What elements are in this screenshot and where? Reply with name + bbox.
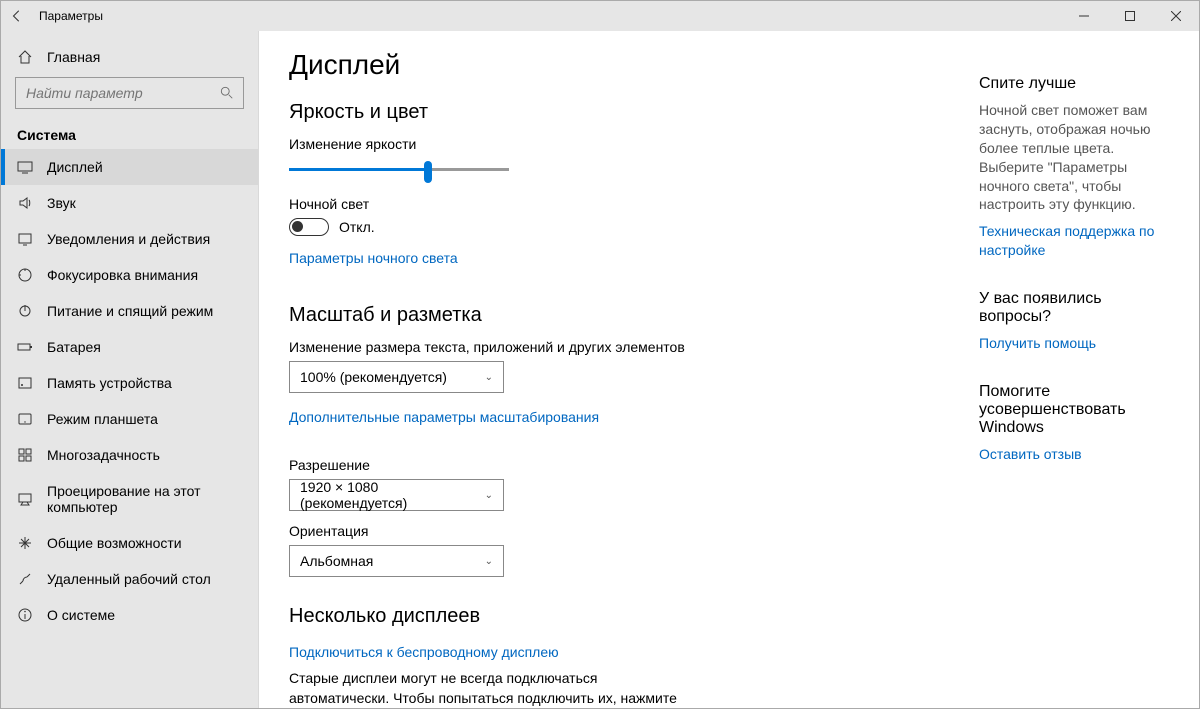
battery-icon — [17, 339, 33, 355]
sidebar-item-project[interactable]: Проецирование на этот компьютер — [1, 473, 258, 525]
chevron-down-icon: ⌄ — [485, 372, 493, 383]
section-brightness: Яркость и цвет — [289, 101, 949, 124]
sidebar-item-label: Режим планшета — [47, 411, 158, 427]
sidebar-item-notifications[interactable]: Уведомления и действия — [1, 221, 258, 257]
sidebar-item-power[interactable]: Питание и спящий режим — [1, 293, 258, 329]
sidebar-item-battery[interactable]: Батарея — [1, 329, 258, 365]
notifications-icon — [17, 231, 33, 247]
storage-icon — [17, 375, 33, 391]
sidebar-item-label: Звук — [47, 195, 76, 211]
home-icon — [17, 49, 33, 65]
section-multi-display: Несколько дисплеев — [289, 605, 949, 628]
night-light-state: Откл. — [339, 219, 375, 235]
brightness-slider[interactable] — [289, 158, 509, 182]
focus-icon — [17, 267, 33, 283]
sidebar-item-about[interactable]: О системе — [1, 597, 258, 633]
project-icon — [17, 491, 33, 507]
feedback-title: Помогите усовершенствовать Windows — [979, 383, 1169, 437]
questions-title: У вас появились вопросы? — [979, 290, 1169, 326]
sidebar-item-label: Фокусировка внимания — [47, 267, 198, 283]
sidebar-nav: Дисплей Звук Уведомления и действия Фокусир… — [1, 149, 258, 633]
sidebar-home-label: Главная — [47, 49, 100, 65]
chevron-down-icon: ⌄ — [485, 490, 493, 501]
about-icon — [17, 607, 33, 623]
detect-info-text: Старые дисплеи могут не всегда подключат… — [289, 668, 689, 708]
sidebar-item-shared[interactable]: Общие возможности — [1, 525, 258, 561]
wireless-display-link[interactable]: Подключиться к беспроводному дисплею — [289, 644, 559, 660]
sidebar-item-label: Дисплей — [47, 159, 103, 175]
minimize-button[interactable] — [1061, 1, 1107, 31]
sidebar-item-label: Память устройства — [47, 375, 172, 391]
advanced-scaling-link[interactable]: Дополнительные параметры масштабирования — [289, 409, 599, 425]
sleep-better-text: Ночной свет поможет вам заснуть, отображ… — [979, 101, 1169, 214]
orientation-select[interactable]: Альбомная ⌄ — [289, 545, 504, 577]
sidebar: Главная Система Дисплей Звук Уведомления и… — [1, 31, 259, 708]
scale-select[interactable]: 100% (рекомендуется) ⌄ — [289, 361, 504, 393]
resolution-value: 1920 × 1080 (рекомендуется) — [300, 479, 485, 511]
multitask-icon — [17, 447, 33, 463]
scale-value: 100% (рекомендуется) — [300, 369, 447, 385]
sidebar-item-label: Общие возможности — [47, 535, 182, 551]
night-light-label: Ночной свет — [289, 196, 949, 212]
right-panel: Спите лучше Ночной свет поможет вам засн… — [979, 31, 1189, 708]
resolution-select[interactable]: 1920 × 1080 (рекомендуется) ⌄ — [289, 479, 504, 511]
resolution-label: Разрешение — [289, 457, 949, 473]
maximize-button[interactable] — [1107, 1, 1153, 31]
window-title: Параметры — [39, 9, 103, 23]
power-icon — [17, 303, 33, 319]
support-link[interactable]: Техническая поддержка по настройке — [979, 222, 1169, 260]
sidebar-item-sound[interactable]: Звук — [1, 185, 258, 221]
sidebar-item-label: Батарея — [47, 339, 101, 355]
give-feedback-link[interactable]: Оставить отзыв — [979, 445, 1082, 464]
sidebar-item-label: Удаленный рабочий стол — [47, 571, 211, 587]
sidebar-home[interactable]: Главная — [1, 37, 258, 77]
brightness-label: Изменение яркости — [289, 136, 949, 152]
page-title: Дисплей — [289, 49, 949, 81]
sidebar-item-label: Уведомления и действия — [47, 231, 210, 247]
section-scale: Масштаб и разметка — [289, 304, 949, 327]
search-input[interactable] — [15, 77, 244, 109]
sidebar-item-multitask[interactable]: Многозадачность — [1, 437, 258, 473]
sidebar-item-label: Проецирование на этот компьютер — [47, 483, 242, 515]
search-icon — [219, 85, 235, 101]
scale-label: Изменение размера текста, приложений и д… — [289, 339, 949, 355]
sidebar-item-storage[interactable]: Память устройства — [1, 365, 258, 401]
remote-icon — [17, 571, 33, 587]
night-light-toggle[interactable] — [289, 218, 329, 236]
sidebar-item-focus[interactable]: Фокусировка внимания — [1, 257, 258, 293]
titlebar: Параметры — [1, 1, 1199, 31]
get-help-link[interactable]: Получить помощь — [979, 334, 1096, 353]
sound-icon — [17, 195, 33, 211]
search-field[interactable] — [24, 84, 219, 102]
sidebar-item-remote[interactable]: Удаленный рабочий стол — [1, 561, 258, 597]
main-content: Дисплей Яркость и цвет Изменение яркости… — [259, 31, 979, 708]
sidebar-item-label: Питание и спящий режим — [47, 303, 213, 319]
back-icon[interactable] — [9, 8, 25, 24]
night-light-settings-link[interactable]: Параметры ночного света — [289, 250, 458, 266]
sleep-better-title: Спите лучше — [979, 75, 1169, 93]
close-button[interactable] — [1153, 1, 1199, 31]
orientation-value: Альбомная — [300, 553, 373, 569]
tablet-icon — [17, 411, 33, 427]
sidebar-item-tablet[interactable]: Режим планшета — [1, 401, 258, 437]
sidebar-section-title: Система — [1, 117, 258, 149]
chevron-down-icon: ⌄ — [485, 556, 493, 567]
display-icon — [17, 159, 33, 175]
sidebar-item-display[interactable]: Дисплей — [1, 149, 258, 185]
shared-icon — [17, 535, 33, 551]
sidebar-item-label: О системе — [47, 607, 115, 623]
settings-window: Параметры Главная Система Дисплей Звук Уве… — [0, 0, 1200, 709]
sidebar-item-label: Многозадачность — [47, 447, 160, 463]
orientation-label: Ориентация — [289, 523, 949, 539]
